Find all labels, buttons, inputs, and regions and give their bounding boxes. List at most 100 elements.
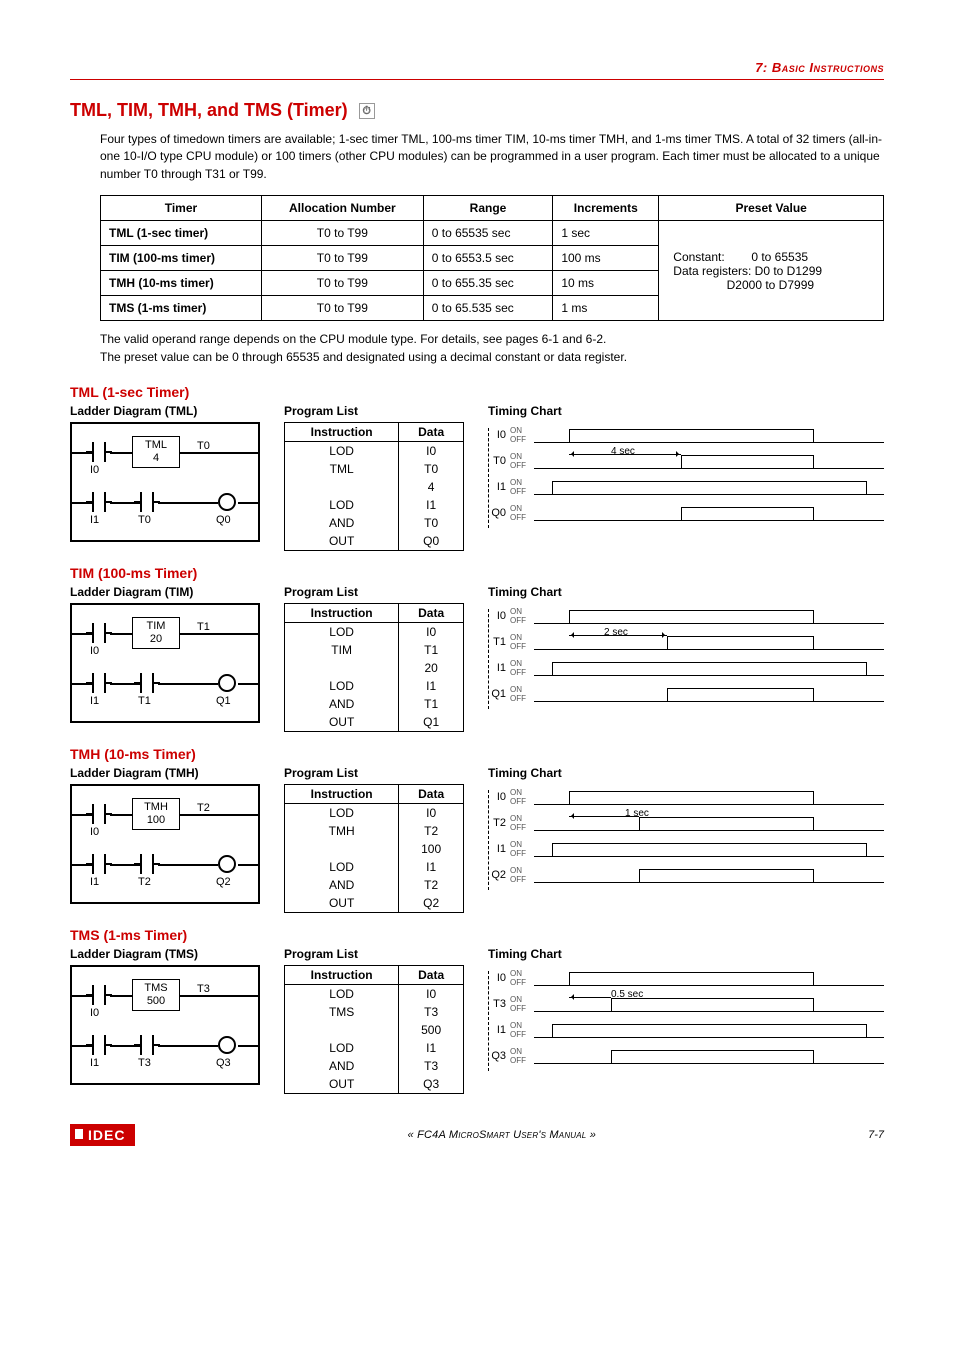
table-row: ANDT0 <box>285 514 464 532</box>
cell: TIM (100-ms timer) <box>101 246 262 271</box>
on-off-label: ONOFF <box>510 659 534 677</box>
page-title: TML, TIM, TMH, and TMS (Timer) ⏱ <box>70 100 884 121</box>
signal-label: Q2 <box>488 869 510 881</box>
on-off-label: ONOFF <box>510 969 534 987</box>
signal-label: T0 <box>488 455 510 467</box>
timing-chart-heading: Timing Chart <box>488 766 884 780</box>
on-off-label: ONOFF <box>510 866 534 884</box>
ladder-diagram: I0 TMH100 T2 I1 T2 <box>70 784 260 904</box>
timing-chart-heading: Timing Chart <box>488 947 884 961</box>
signal-row: T3 ONOFF 0.5 sec <box>488 991 884 1017</box>
ladder-diagram: I0 TML4 T0 I1 T0 <box>70 422 260 542</box>
on-off-label: ONOFF <box>510 607 534 625</box>
signal-row: I0 ONOFF <box>488 784 884 810</box>
ladder-diagram: I0 TMS500 T3 I1 T3 <box>70 965 260 1085</box>
signal-label: T3 <box>488 998 510 1010</box>
timing-chart: I0 ONOFF T3 ONOFF <box>488 965 884 1085</box>
on-off-label: ONOFF <box>510 633 534 651</box>
signal-row: T2 ONOFF 1 sec <box>488 810 884 836</box>
note-line: The preset value can be 0 through 65535 … <box>100 349 884 366</box>
on-off-label: ONOFF <box>510 1047 534 1065</box>
on-off-label: ONOFF <box>510 452 534 470</box>
table-row: TMST3 <box>285 1003 464 1021</box>
ladder-heading: Ladder Diagram (TIM) <box>70 585 260 599</box>
signal-label: I0 <box>488 972 510 984</box>
cell: T0 to T99 <box>261 271 423 296</box>
th-timer: Timer <box>101 196 262 221</box>
table-row: 100 <box>285 840 464 858</box>
signal-label: T2 <box>488 817 510 829</box>
table-row: LODI0 <box>285 803 464 822</box>
cell: 0 to 655.35 sec <box>423 271 553 296</box>
section-title: TMH (10-ms Timer) <box>70 746 884 762</box>
table-row: LODI1 <box>285 677 464 695</box>
table-row: 500 <box>285 1021 464 1039</box>
signal-label: I1 <box>488 481 510 493</box>
signal-row: I1 ONOFF <box>488 836 884 862</box>
timing-chart: I0 ONOFF T0 ONOFF <box>488 422 884 542</box>
table-row: LODI1 <box>285 1039 464 1057</box>
timing-chart: I0 ONOFF T1 ONOFF <box>488 603 884 723</box>
cell: 100 ms <box>553 246 659 271</box>
table-row: OUTQ2 <box>285 894 464 913</box>
ladder-diagram: I0 TIM20 T1 I1 T1 <box>70 603 260 723</box>
idec-logo: IDEC <box>70 1124 135 1146</box>
cell: 0 to 65.535 sec <box>423 296 553 321</box>
section-title: TMS (1-ms Timer) <box>70 927 884 943</box>
preset-value-cell: Constant: 0 to 65535 Data registers: D0 … <box>659 221 884 321</box>
signal-label: I0 <box>488 429 510 441</box>
timing-annotation: 0.5 sec <box>611 989 643 1000</box>
table-row: LODI1 <box>285 496 464 514</box>
section-title: TML (1-sec Timer) <box>70 384 884 400</box>
timing-annotation: 1 sec <box>625 808 649 819</box>
table-row: ANDT2 <box>285 876 464 894</box>
footer-manual-title: « FC4A MicroSmart User's Manual » <box>408 1129 597 1141</box>
cell: 0 to 6553.5 sec <box>423 246 553 271</box>
cell: 10 ms <box>553 271 659 296</box>
signal-row: I0 ONOFF <box>488 422 884 448</box>
table-row: 20 <box>285 659 464 677</box>
program-list-heading: Program List <box>284 404 464 418</box>
table-row: 4 <box>285 478 464 496</box>
signal-row: Q3 ONOFF <box>488 1043 884 1069</box>
signal-row: Q2 ONOFF <box>488 862 884 888</box>
cell: T0 to T99 <box>261 221 423 246</box>
cell: TML (1-sec timer) <box>101 221 262 246</box>
chapter-header: 7: Basic Instructions <box>70 60 884 80</box>
table-row: LODI0 <box>285 622 464 641</box>
th-range: Range <box>423 196 553 221</box>
notes: The valid operand range depends on the C… <box>100 331 884 366</box>
cell: T0 to T99 <box>261 296 423 321</box>
timing-annotation: 4 sec <box>611 446 635 457</box>
cell: 1 ms <box>553 296 659 321</box>
timing-chart: I0 ONOFF T2 ONOFF <box>488 784 884 904</box>
note-line: The valid operand range depends on the C… <box>100 331 884 348</box>
table-row: LODI1 <box>285 858 464 876</box>
th-alloc: Allocation Number <box>261 196 423 221</box>
signal-row: I1 ONOFF <box>488 1017 884 1043</box>
signal-label: Q3 <box>488 1050 510 1062</box>
on-off-label: ONOFF <box>510 478 534 496</box>
cell: TMH (10-ms timer) <box>101 271 262 296</box>
cell: T0 to T99 <box>261 246 423 271</box>
th-incr: Increments <box>553 196 659 221</box>
signal-label: Q1 <box>488 688 510 700</box>
timing-chart-heading: Timing Chart <box>488 585 884 599</box>
ladder-heading: Ladder Diagram (TML) <box>70 404 260 418</box>
on-off-label: ONOFF <box>510 814 534 832</box>
table-row: TIMT1 <box>285 641 464 659</box>
cell: TMS (1-ms timer) <box>101 296 262 321</box>
signal-row: I0 ONOFF <box>488 965 884 991</box>
program-list-table: InstructionData LODI0TMST3500LODI1ANDT3O… <box>284 965 464 1094</box>
on-off-label: ONOFF <box>510 788 534 806</box>
timer-spec-table: Timer Allocation Number Range Increments… <box>100 195 884 321</box>
program-list-table: InstructionData LODI0TMLT04LODI1ANDT0OUT… <box>284 422 464 551</box>
signal-label: I1 <box>488 843 510 855</box>
table-row: TMLT0 <box>285 460 464 478</box>
program-list-heading: Program List <box>284 766 464 780</box>
signal-row: Q1 ONOFF <box>488 681 884 707</box>
program-list-table: InstructionData LODI0TIMT120LODI1ANDT1OU… <box>284 603 464 732</box>
on-off-label: ONOFF <box>510 685 534 703</box>
section-title: TIM (100-ms Timer) <box>70 565 884 581</box>
signal-label: Q0 <box>488 507 510 519</box>
